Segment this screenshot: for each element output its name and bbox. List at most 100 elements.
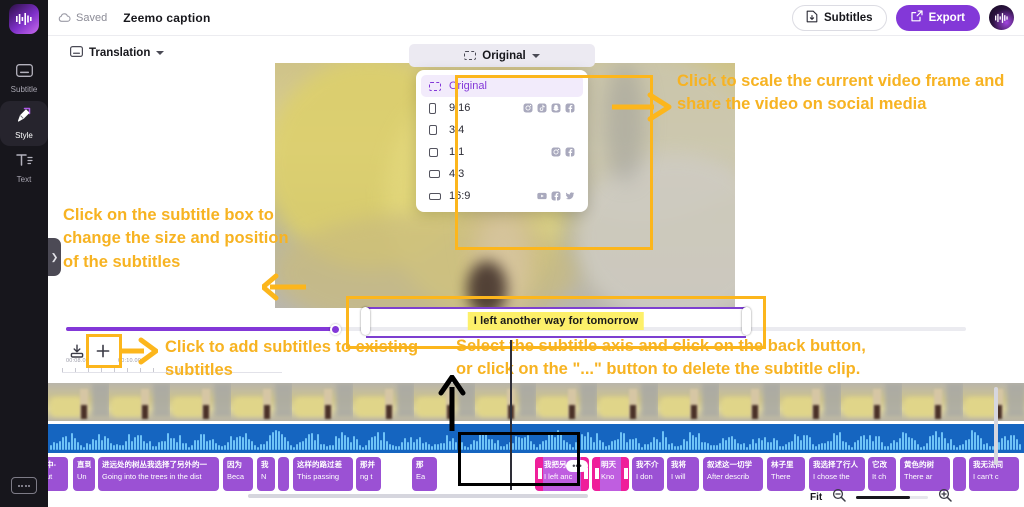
clip-source-text: 那并 — [360, 460, 375, 469]
horizontal-scrollbar[interactable] — [248, 494, 588, 498]
subtitle-clip[interactable]: 那 Ea — [412, 457, 437, 491]
waveform-bar — [941, 431, 943, 450]
dashed-frame-icon — [429, 81, 445, 91]
video-thumbnail — [170, 383, 231, 421]
subtitle-resize-handle-left[interactable] — [361, 307, 370, 335]
waveform-bar — [263, 444, 265, 450]
aspect-ratio-selector[interactable]: Original — [409, 44, 595, 67]
subtitle-clip[interactable]: 我选择了行人 I chose the — [809, 457, 865, 491]
clip-source-text: 直到 — [77, 460, 91, 469]
waveform-bar — [269, 434, 271, 450]
social-icons — [537, 191, 575, 201]
ratio-option-label: 4:3 — [449, 168, 465, 180]
waveform-bar — [704, 441, 706, 450]
export-button[interactable]: Export — [895, 4, 980, 31]
ratio-option-1-1[interactable]: 1:1 — [421, 141, 583, 163]
user-avatar-icon[interactable] — [989, 5, 1014, 30]
zoom-out-icon[interactable] — [832, 488, 846, 507]
clip-trim-handle-right[interactable] — [621, 457, 629, 491]
subtitle-clip[interactable]: 进远处的树丛我选择了另外的一 Going into the trees in th… — [98, 457, 219, 491]
subtitle-clip-selected[interactable]: 明天 Kno — [592, 457, 629, 491]
waveform-bar — [878, 436, 880, 450]
subtitle-clip[interactable] — [953, 457, 966, 491]
subtitles-button[interactable]: Subtitles — [792, 4, 887, 31]
vertical-scrollbar[interactable] — [994, 387, 998, 465]
waveform-bar — [56, 443, 58, 450]
top-bar: Saved Zeemo caption Subtitles Export — [48, 0, 1024, 36]
subtitle-clip[interactable]: 这样的路过差 This passing — [293, 457, 353, 491]
panel-collapse-handle[interactable]: ❯ — [48, 238, 61, 276]
subtitle-resize-handle-right[interactable] — [742, 307, 751, 335]
ratio-option-original[interactable]: Original — [421, 75, 583, 97]
ratio-option-4-3[interactable]: 4:3 — [421, 163, 583, 185]
waveform-bar — [122, 444, 124, 450]
waveform-bar — [581, 434, 583, 450]
subtitle-clip[interactable]: 因为 Beca — [223, 457, 253, 491]
ratio-option-label: 1:1 — [449, 146, 465, 158]
keyboard-icon[interactable] — [11, 477, 37, 494]
aspect-ratio-menu[interactable]: Original 9:16 3:4 1:1 4:3 16:9 — [416, 70, 588, 212]
waveform-bar — [677, 446, 679, 450]
subtitle-clip[interactable]: 直到 Un — [73, 457, 95, 491]
waveform-bar — [230, 436, 232, 450]
waveform-bar — [587, 431, 589, 450]
waveform-bar — [350, 441, 352, 450]
subtitle-clip[interactable]: 那并 ng t — [356, 457, 381, 491]
waveform-bar — [251, 441, 253, 450]
subtitle-clip[interactable]: 黄色的树 There ar — [900, 457, 950, 491]
waveform-bar — [248, 439, 250, 450]
zoom-in-icon[interactable] — [938, 488, 952, 507]
waveform-bar — [749, 444, 751, 450]
waveform-bar — [110, 442, 112, 450]
landscape-frame-icon — [429, 170, 445, 178]
subtitle-clip[interactable]: 林子里 There — [767, 457, 805, 491]
subtitle-clip[interactable]: 我N — [257, 457, 275, 491]
waveform-bar — [806, 434, 808, 450]
waveform-bar — [398, 446, 400, 450]
waveform-bar — [116, 444, 118, 450]
waveform-bar — [62, 437, 64, 450]
preview-subtitle-text[interactable]: I left another way for tomorrow — [467, 312, 645, 330]
ratio-option-9-16[interactable]: 9:16 — [421, 97, 583, 119]
sidebar-item-style[interactable]: Style — [0, 101, 48, 146]
subtitle-clip[interactable] — [278, 457, 289, 491]
subtitle-clip[interactable]: 我不介 I don — [632, 457, 664, 491]
waveform-bar — [233, 439, 235, 450]
waveform-bar — [809, 437, 811, 450]
video-thumbnail-track[interactable] — [48, 383, 1024, 421]
waveform-bar — [899, 438, 901, 450]
subtitle-clip[interactable]: 我将 I will — [667, 457, 699, 491]
waveform-bar — [746, 446, 748, 450]
waveform-bar — [53, 441, 55, 450]
clip-trim-handle-left[interactable] — [592, 457, 600, 491]
fit-button[interactable]: Fit — [810, 492, 822, 503]
chevron-down-icon — [156, 51, 165, 55]
subtitle-clip[interactable]: 中-ut — [48, 457, 68, 491]
waveform-bar — [317, 433, 319, 450]
waveform-bar — [383, 432, 385, 450]
waveform-bar — [611, 441, 613, 450]
waveform-bar — [86, 443, 88, 450]
ratio-option-3-4[interactable]: 3:4 — [421, 119, 583, 141]
subtitle-clip[interactable]: 叙述这一切学 After describ — [703, 457, 763, 491]
translation-dropdown[interactable]: Translation — [70, 44, 165, 62]
instagram-icon — [523, 103, 533, 113]
waveform-bar — [440, 442, 442, 450]
sidebar-item-subtitle[interactable]: Subtitle — [0, 56, 48, 101]
clip-translated-text: Beca — [227, 472, 245, 482]
ratio-option-16-9[interactable]: 16:9 — [421, 185, 583, 207]
instagram-icon — [551, 147, 561, 157]
sidebar-item-text[interactable]: Text — [0, 146, 48, 191]
waveform-bar — [698, 432, 700, 450]
waveform-bar — [668, 443, 670, 450]
waveform-bar — [968, 438, 970, 450]
playback-progress-knob[interactable] — [330, 323, 341, 335]
keyboard-dots — [17, 484, 31, 487]
waveform-bar — [59, 440, 61, 450]
waveform-bar — [104, 435, 106, 450]
waveform-bar — [665, 437, 667, 450]
waveform-bar — [242, 436, 244, 450]
subtitle-clip[interactable]: 它改 It ch — [868, 457, 896, 491]
zoom-slider[interactable] — [856, 495, 929, 499]
waveform-bar — [113, 444, 115, 450]
